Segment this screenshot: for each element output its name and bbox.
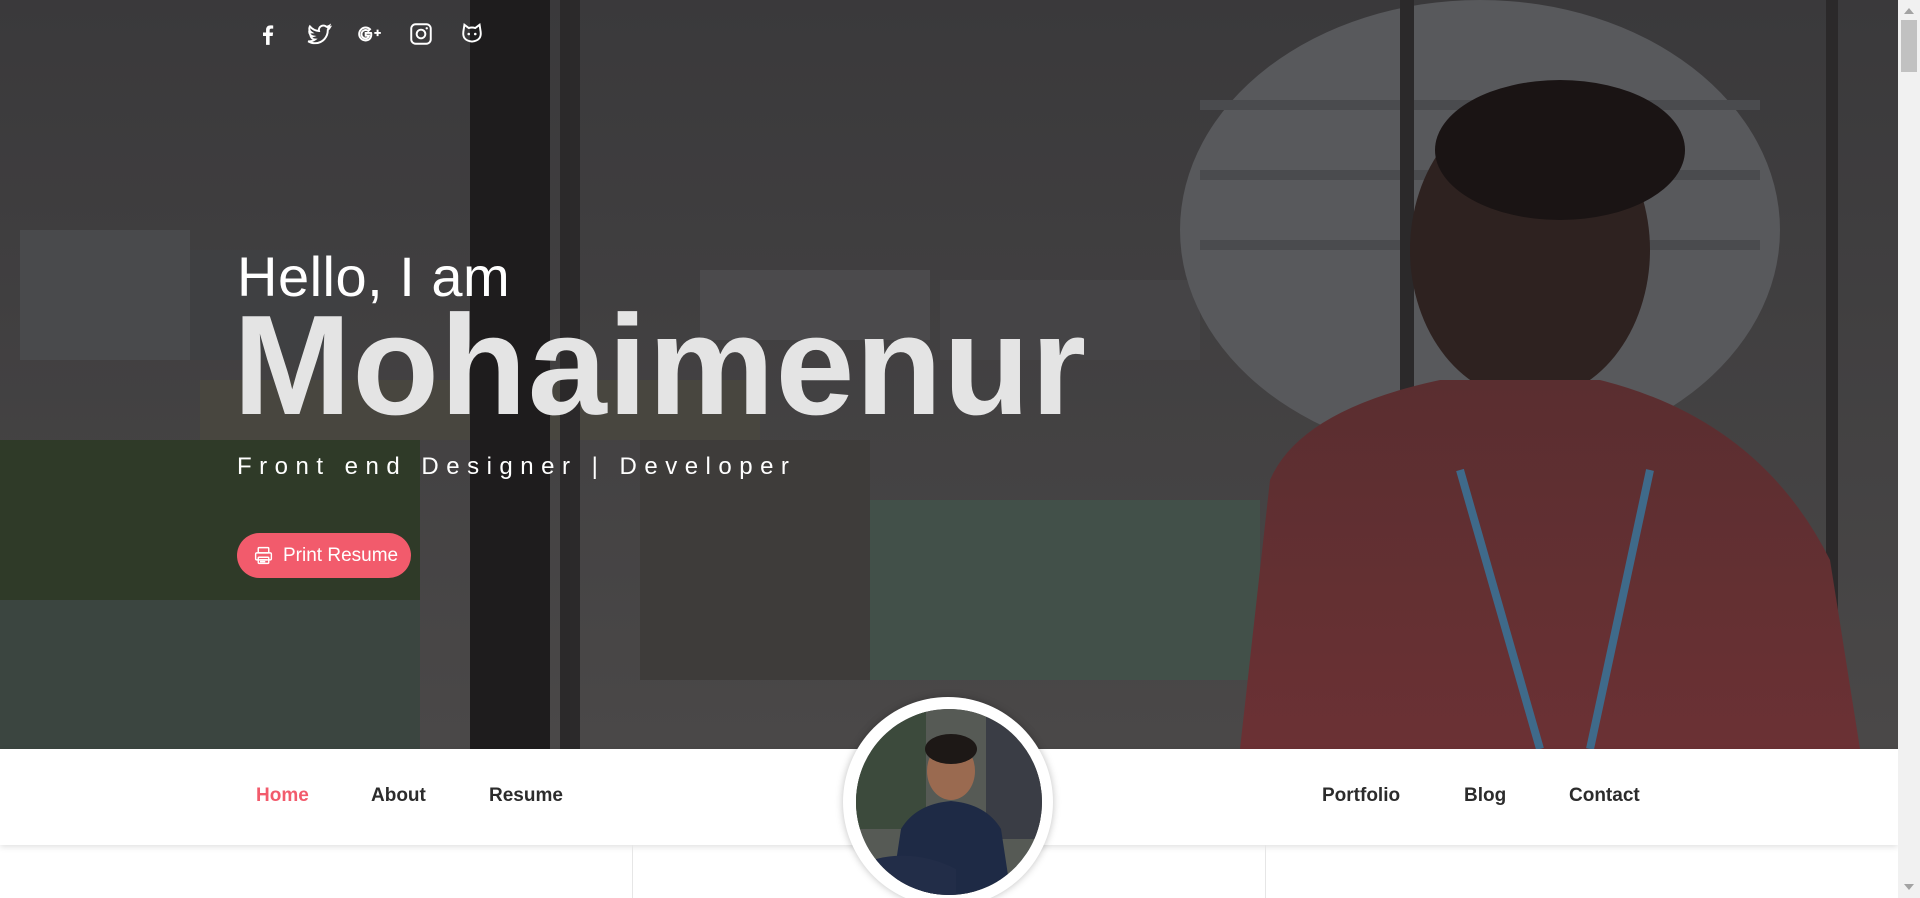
print-resume-button[interactable]: Print Resume <box>237 533 411 578</box>
twitter-icon[interactable] <box>303 18 334 49</box>
hero-role: Front end Designer | Developer <box>237 453 797 480</box>
scroll-down-icon[interactable] <box>1904 884 1914 890</box>
github-icon[interactable] <box>456 18 487 49</box>
social-links <box>252 18 487 49</box>
google-plus-icon[interactable] <box>354 18 385 49</box>
nav-portfolio[interactable]: Portfolio <box>1322 785 1400 807</box>
avatar <box>856 709 1042 895</box>
nav-contact[interactable]: Contact <box>1569 785 1640 807</box>
nav-home[interactable]: Home <box>256 785 309 807</box>
nav-about[interactable]: About <box>371 785 426 807</box>
column-divider <box>1265 845 1266 898</box>
nav-resume[interactable]: Resume <box>489 785 563 807</box>
hero-name: Mohaimenur <box>233 286 1088 445</box>
facebook-icon[interactable] <box>252 18 283 49</box>
scrollbar-thumb[interactable] <box>1901 20 1917 72</box>
column-divider <box>632 845 633 898</box>
hero-section: Hello, I am Mohaimenur Front end Designe… <box>0 0 1898 749</box>
printer-icon <box>254 546 273 565</box>
vertical-scrollbar[interactable] <box>1898 0 1920 898</box>
print-resume-label: Print Resume <box>283 544 399 566</box>
scroll-up-icon[interactable] <box>1904 8 1914 14</box>
instagram-icon[interactable] <box>405 18 436 49</box>
nav-blog[interactable]: Blog <box>1464 785 1506 807</box>
